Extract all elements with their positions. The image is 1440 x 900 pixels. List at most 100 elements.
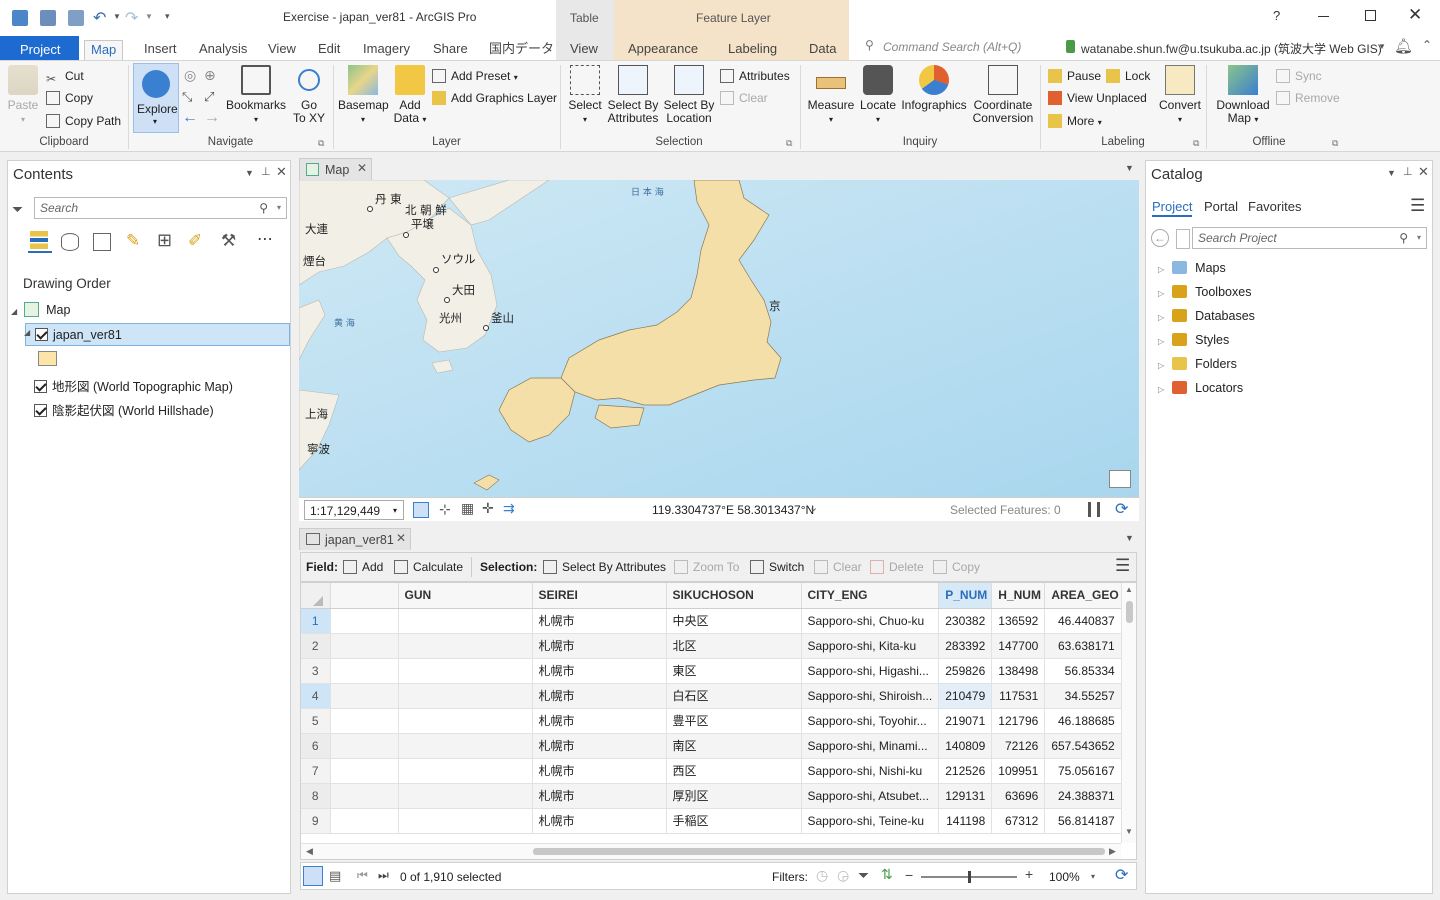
list-by-drawing-order-tab[interactable]: [28, 231, 52, 253]
snapping-icon[interactable]: ⊹: [439, 501, 451, 518]
locate-button[interactable]: Locate ▾: [858, 65, 898, 126]
cell-gun[interactable]: [398, 633, 533, 659]
filter-icon[interactable]: ⏷: [12, 201, 23, 218]
cell-h-num[interactable]: 138498: [991, 658, 1046, 684]
cell-h-num[interactable]: 147700: [991, 633, 1046, 659]
tab-project[interactable]: Project: [0, 36, 79, 60]
column-header-seirei[interactable]: SEIREI: [532, 583, 667, 609]
vertical-scrollbar[interactable]: ▲ ▼: [1121, 583, 1136, 843]
grid-toggle-icon[interactable]: [413, 502, 429, 518]
coordinate-conversion-button[interactable]: Coordinate Conversion: [971, 65, 1035, 125]
topographic-visibility-checkbox[interactable]: [34, 380, 47, 393]
catalog-item-databases[interactable]: ▷ Databases: [1158, 309, 1255, 323]
cell-area-geo[interactable]: 75.056167: [1044, 758, 1122, 784]
cell-seirei[interactable]: 札幌市: [532, 808, 667, 834]
add-field-button[interactable]: Add: [343, 558, 383, 576]
add-graphics-layer-button[interactable]: Add Graphics Layer: [432, 89, 557, 107]
cell-h-num[interactable]: 67312: [991, 808, 1046, 834]
copy-button[interactable]: Copy: [46, 89, 93, 107]
go-to-xy-button[interactable]: Go To XY: [290, 65, 328, 125]
filter-query-icon[interactable]: ⏷: [858, 867, 869, 884]
catalog-item-maps[interactable]: ▷ Maps: [1158, 261, 1226, 275]
open-project-icon[interactable]: [40, 10, 56, 26]
expand-icon[interactable]: ▷: [1158, 313, 1164, 322]
table-options-menu-icon[interactable]: ☰: [1115, 556, 1130, 576]
measure-button[interactable]: Measure ▾: [806, 65, 856, 126]
cell-city-eng[interactable]: Sapporo-shi, Toyohir...: [801, 708, 940, 734]
row-number[interactable]: 9: [301, 808, 331, 834]
cell-city-eng[interactable]: Sapporo-shi, Shiroish...: [801, 683, 940, 709]
expand-icon[interactable]: ▷: [1158, 289, 1164, 298]
scroll-up-icon[interactable]: ▲: [1125, 585, 1133, 594]
zoom-slider[interactable]: [921, 871, 1017, 883]
collapse-icon[interactable]: ◢: [11, 307, 17, 316]
row-number[interactable]: 6: [301, 733, 331, 759]
cell-blank[interactable]: [330, 708, 399, 734]
correction-icon[interactable]: ⇉: [503, 500, 515, 517]
tab-table-view[interactable]: View: [564, 40, 604, 60]
cell-area-geo[interactable]: 34.55257: [1044, 683, 1122, 709]
cell-city-eng[interactable]: Sapporo-shi, Minami...: [801, 733, 940, 759]
cell-p-num[interactable]: 259826: [938, 658, 993, 684]
full-extent-icon[interactable]: ◎: [184, 67, 196, 84]
zoom-in-fixed-icon[interactable]: ⤡: [182, 89, 192, 105]
table-row[interactable]: 3 札幌市 東区 Sapporo-shi, Higashi... 259826 13849…: [301, 658, 1122, 684]
cut-button[interactable]: ✂ Cut: [46, 67, 84, 86]
cell-seirei[interactable]: 札幌市: [532, 683, 667, 709]
ribbon-collapse-icon[interactable]: ⌃: [1422, 38, 1432, 52]
row-number[interactable]: 8: [301, 783, 331, 809]
table-row[interactable]: 7 札幌市 西区 Sapporo-shi, Nishi-ku 212526 109951 7…: [301, 758, 1122, 784]
cell-sikuchoson[interactable]: 東区: [666, 658, 802, 684]
select-by-attributes-table-button[interactable]: Select By Attributes: [543, 558, 666, 576]
pause-drawing-icon[interactable]: [1088, 502, 1100, 517]
undo-icon[interactable]: ↶: [93, 8, 106, 28]
cell-area-geo[interactable]: 657.543652: [1044, 733, 1122, 759]
row-number[interactable]: 2: [301, 633, 331, 659]
map-tree-item[interactable]: ◢ Map: [11, 302, 70, 317]
row-number[interactable]: 1: [301, 608, 331, 634]
cell-p-num[interactable]: 210479: [938, 683, 993, 709]
column-header-area-geo[interactable]: AREA_GEO: [1044, 583, 1122, 609]
column-header-gun[interactable]: GUN: [398, 583, 533, 609]
map-view-tab[interactable]: Map ✕: [299, 158, 372, 180]
view-unplaced-button[interactable]: View Unplaced: [1048, 89, 1147, 107]
cell-p-num[interactable]: 141198: [938, 808, 993, 834]
tab-insert[interactable]: Insert: [138, 40, 183, 60]
row-number[interactable]: 4: [301, 683, 331, 709]
infographics-button[interactable]: Infographics: [900, 65, 968, 112]
layer-tree-item-japan[interactable]: ◢ japan_ver81: [24, 323, 290, 346]
catalog-tab-project[interactable]: Project: [1152, 199, 1193, 217]
pane-menu-icon[interactable]: ▼: [245, 168, 254, 178]
basemap-hillshade-item[interactable]: 陰影起伏図 (World Hillshade): [34, 400, 214, 419]
table-row[interactable]: 2 札幌市 北区 Sapporo-shi, Kita-ku 283392 147700 63…: [301, 633, 1122, 659]
scale-selector[interactable]: 1:17,129,449 ▾: [304, 500, 404, 520]
constraint-icon[interactable]: ✛: [482, 500, 494, 517]
column-header-sikuchoson[interactable]: SIKUCHOSON: [666, 583, 802, 609]
user-dropdown-icon[interactable]: ▼: [1378, 42, 1386, 51]
hillshade-visibility-checkbox[interactable]: [34, 404, 47, 417]
cell-seirei[interactable]: 札幌市: [532, 658, 667, 684]
filter-range-icon[interactable]: ⇅: [881, 866, 893, 883]
row-number[interactable]: 5: [301, 708, 331, 734]
cell-blank[interactable]: [330, 758, 399, 784]
layer-visibility-checkbox[interactable]: [35, 328, 48, 341]
tab-imagery[interactable]: Imagery: [357, 40, 416, 60]
expand-icon[interactable]: ▷: [1158, 337, 1164, 346]
select-all-corner[interactable]: [301, 583, 331, 609]
tab-analysis[interactable]: Analysis: [193, 40, 253, 60]
select-button[interactable]: Select ▾: [565, 65, 605, 126]
tab-edit[interactable]: Edit: [312, 40, 346, 60]
horizontal-scrollbar[interactable]: ◀ ▶: [301, 843, 1121, 859]
basemap-button[interactable]: Basemap ▾: [338, 65, 389, 126]
zoom-out-icon[interactable]: −: [905, 867, 913, 883]
close-pane-icon[interactable]: ✕: [276, 164, 287, 180]
cell-seirei[interactable]: 札幌市: [532, 733, 667, 759]
attributes-button[interactable]: Attributes: [720, 67, 790, 85]
cell-h-num[interactable]: 109951: [991, 758, 1046, 784]
refresh-icon[interactable]: ⟳: [1115, 865, 1128, 885]
catalog-item-locators[interactable]: ▷ Locators: [1158, 381, 1243, 395]
add-data-button[interactable]: Add Data ▾: [390, 65, 430, 126]
cell-h-num[interactable]: 121796: [991, 708, 1046, 734]
table-row[interactable]: 8 札幌市 厚別区 Sapporo-shi, Atsubet... 129131 6369…: [301, 783, 1122, 809]
save-icon[interactable]: [68, 10, 84, 26]
